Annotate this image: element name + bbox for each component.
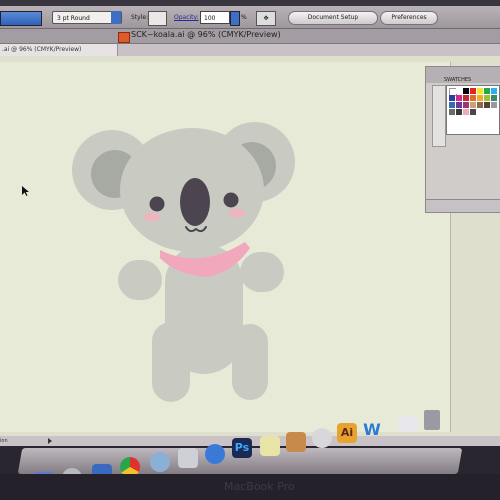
swatch-orange[interactable] (470, 95, 476, 101)
swatch-black[interactable] (463, 88, 469, 94)
document-setup-button[interactable]: Document Setup (288, 11, 378, 25)
illustrator-icon[interactable]: Ai (337, 423, 357, 443)
opacity-percent-label: % (241, 14, 247, 21)
style-label: Style: (131, 14, 149, 21)
itunes-icon[interactable] (205, 444, 225, 464)
iphoto-icon[interactable] (286, 432, 306, 452)
swatch-yellow[interactable] (477, 88, 483, 94)
koala-left-cheek (144, 212, 160, 222)
swatch-brown[interactable] (477, 102, 483, 108)
swatch-amber[interactable] (477, 95, 483, 101)
photoshop-icon[interactable]: Ps (232, 438, 252, 458)
illustrator-document-icon (118, 32, 130, 43)
laptop-brand-label: MacBook Pro (224, 480, 295, 493)
swatch-purple[interactable] (456, 102, 462, 108)
swatches-panel-header[interactable]: SWATCHES (426, 67, 500, 83)
swatch-steel[interactable] (449, 102, 455, 108)
word-icon[interactable]: W (362, 420, 382, 440)
opacity-link[interactable]: Opacity: (174, 11, 199, 24)
canvas-area[interactable]: SWATCHES (0, 56, 500, 436)
swatch-dark-brown[interactable] (484, 102, 490, 108)
swatch-nose-gray[interactable] (470, 109, 476, 115)
window-title: SCK~koala.ai @ 96% (CMYK/Preview) (131, 30, 281, 39)
stroke-color-swatch[interactable] (0, 11, 42, 26)
swatch-white[interactable] (456, 88, 462, 94)
koala-right-cheek (229, 208, 245, 218)
status-menu-arrow-icon[interactable] (48, 438, 52, 444)
swatch-dark-gray[interactable] (449, 109, 455, 115)
swatch-teal[interactable] (491, 95, 497, 101)
swatch-plum[interactable] (463, 102, 469, 108)
swatch-magenta[interactable] (456, 95, 462, 101)
koala-right-arm (240, 252, 284, 292)
opacity-input[interactable]: 100 (200, 11, 230, 24)
swatch-red[interactable] (470, 88, 476, 94)
brush-definition-select[interactable]: 3 pt Round (52, 11, 122, 24)
transform-icon[interactable]: ✥ (256, 11, 276, 26)
swatch-blue[interactable] (449, 95, 455, 101)
koala-illustration[interactable] (0, 62, 450, 432)
document-tab[interactable]: .ai @ 96% (CMYK/Preview) (0, 44, 118, 56)
preferences-button[interactable]: Preferences (380, 11, 438, 25)
photo-booth-icon[interactable] (178, 448, 198, 468)
swatches-panel-footer[interactable] (426, 199, 500, 212)
koala-right-eye (223, 192, 239, 208)
system-app-icon[interactable] (150, 452, 170, 472)
koala-nose (180, 178, 210, 226)
swatches-tab[interactable]: SWATCHES (444, 77, 471, 83)
swatch-lime[interactable] (484, 95, 490, 101)
swatch-green[interactable] (484, 88, 490, 94)
swatch-grid[interactable] (446, 85, 500, 135)
opacity-dropdown-button[interactable] (230, 11, 240, 26)
mouse-pointer-icon (22, 186, 29, 196)
app-store-icon[interactable] (312, 428, 332, 448)
swatch-pink[interactable] (463, 109, 469, 115)
stickies-icon[interactable] (260, 436, 280, 456)
swatch-gray[interactable] (491, 102, 497, 108)
graphic-style-picker[interactable] (148, 11, 167, 26)
documents-folder-icon[interactable] (398, 416, 418, 432)
document-tab-bar: .ai @ 96% (CMYK/Preview) (0, 44, 500, 56)
swatches-panel: SWATCHES (425, 66, 500, 213)
window-title-bar: SCK~koala.ai @ 96% (CMYK/Preview) (0, 29, 500, 44)
control-bar: 3 pt Round Style: Opacity: 100 % ✥ Docum… (0, 6, 500, 29)
swatch-crimson[interactable] (463, 95, 469, 101)
koala-left-arm (118, 260, 162, 300)
artboard[interactable] (0, 62, 451, 432)
panel-side-tabs[interactable] (432, 85, 446, 147)
swatch-tan[interactable] (470, 102, 476, 108)
trash-icon[interactable] (424, 410, 440, 430)
swatch-charcoal[interactable] (456, 109, 462, 115)
chevron-down-icon[interactable] (111, 11, 121, 24)
status-text: ion (0, 438, 8, 444)
swatch-cyan[interactable] (491, 88, 497, 94)
brush-select-value: 3 pt Round (57, 15, 90, 22)
koala-left-eye (149, 196, 165, 212)
